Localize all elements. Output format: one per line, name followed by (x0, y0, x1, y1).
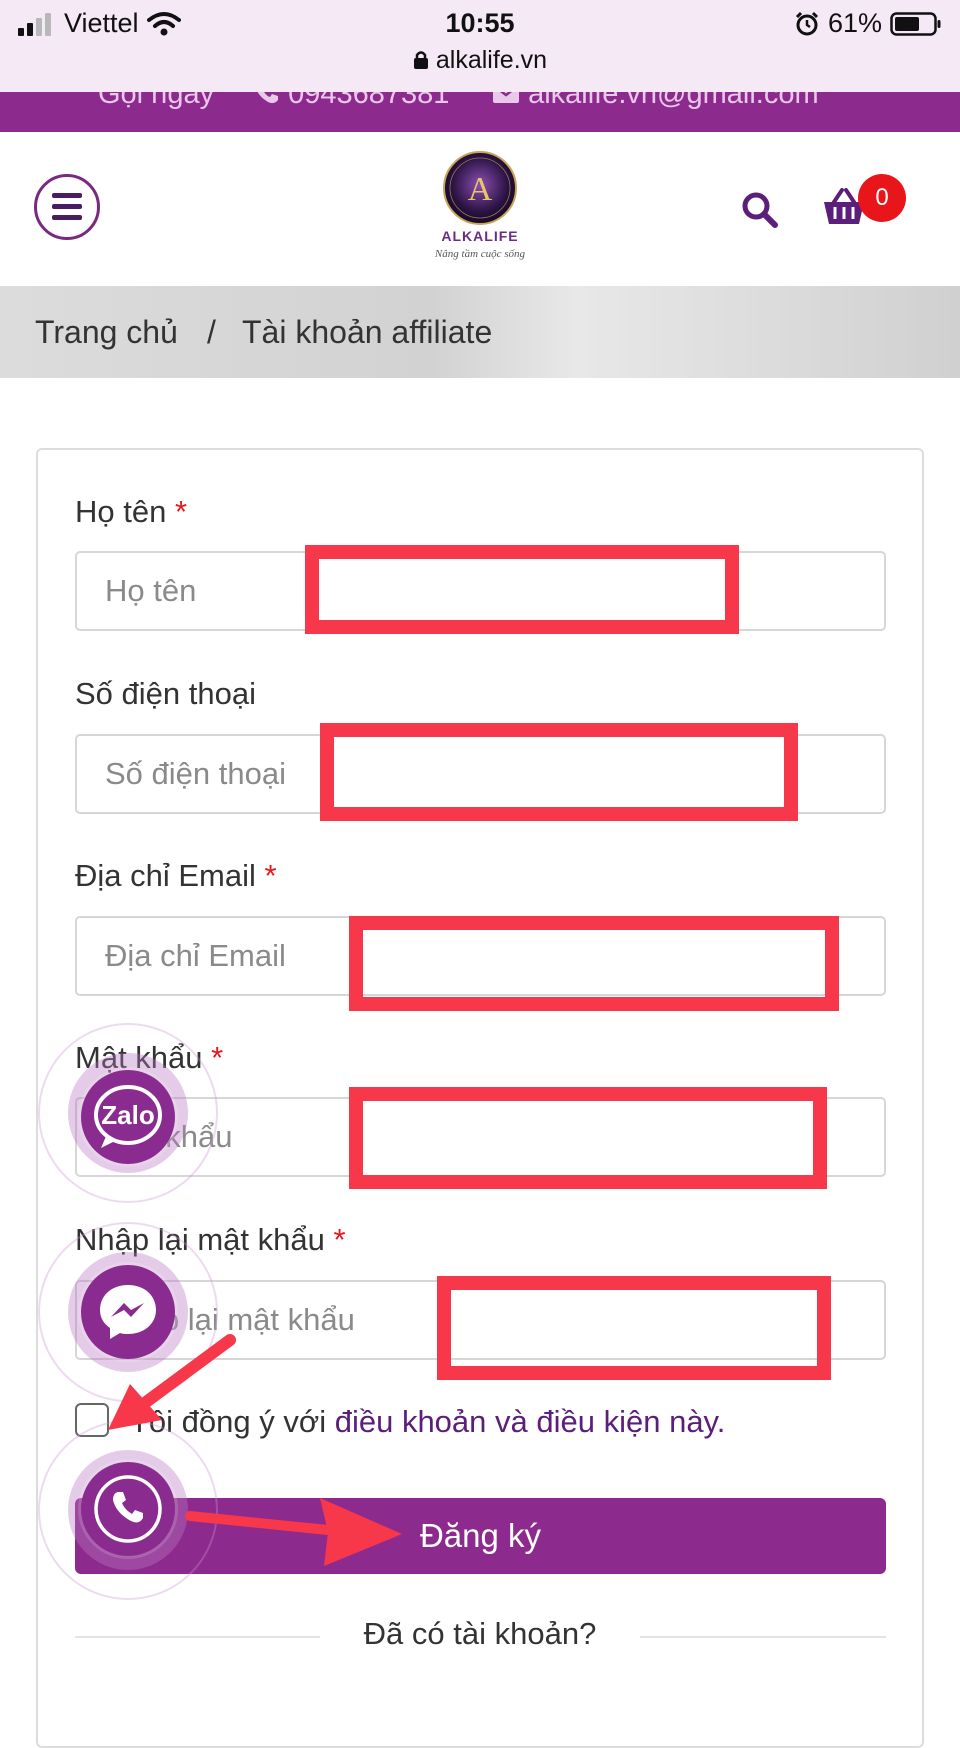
battery-icon (890, 11, 941, 36)
zalo-button[interactable]: Zalo (81, 1070, 175, 1164)
status-right: 61% (794, 8, 942, 39)
cart-count-badge: 0 (858, 174, 906, 222)
search-icon[interactable] (740, 190, 780, 230)
mail-icon (493, 92, 519, 103)
terms-text: Tôi đồng ý với điều khoản và điều kiện n… (130, 1404, 725, 1440)
email-label-text: Địa chỉ Email (75, 858, 256, 893)
status-bar: Viettel 10:55 61% alkalife.vn (0, 0, 960, 92)
breadcrumb-home[interactable]: Trang chủ (35, 314, 178, 351)
menu-icon (52, 193, 82, 198)
phone-link[interactable]: 0943687381 (254, 92, 449, 111)
lock-icon (413, 51, 428, 69)
menu-icon-bar (52, 204, 82, 209)
menu-icon-bar (52, 215, 82, 220)
contact-bar: Gọi ngay 0943687381 alkalife.vn@gmail.co… (0, 92, 960, 132)
annotation-box (320, 723, 798, 821)
required-mark: * (211, 1040, 224, 1075)
annotation-box (305, 545, 739, 634)
phone-number: 0943687381 (288, 92, 450, 110)
svg-text:A: A (468, 171, 493, 208)
phone-label-text: Số điện thoại (75, 676, 256, 711)
required-mark: * (264, 858, 277, 893)
site-header: A ALKALIFE Nâng tầm cuộc sống (0, 132, 960, 286)
phone-call-icon (94, 1475, 162, 1543)
breadcrumb: Trang chủ / Tài khoản affiliate (0, 286, 960, 378)
messenger-button[interactable] (81, 1265, 175, 1359)
name-label-text: Họ tên (75, 494, 167, 529)
menu-button[interactable] (34, 174, 100, 240)
phone-icon (257, 92, 278, 104)
alarm-icon (795, 11, 819, 35)
annotation-box (349, 916, 839, 1011)
phone-label: Số điện thoại (75, 676, 256, 712)
name-label: Họ tên * (75, 494, 187, 530)
email-label: Địa chỉ Email * (75, 858, 277, 894)
terms-link[interactable]: điều khoản và điều kiện này. (335, 1404, 726, 1439)
email-address: alkalife.vn@gmail.com (528, 92, 819, 110)
call-now-label: Gọi ngay (98, 92, 215, 110)
required-mark: * (174, 494, 188, 529)
brand-name: ALKALIFE (441, 228, 519, 244)
annotation-box (349, 1087, 827, 1189)
required-mark: * (333, 1222, 346, 1257)
call-button[interactable] (81, 1462, 175, 1556)
messenger-icon (100, 1285, 156, 1339)
battery-percent: 61% (827, 8, 882, 38)
have-account-text: Đã có tài khoản? (363, 1616, 597, 1651)
email-link[interactable]: alkalife.vn@gmail.com (492, 92, 819, 111)
annotation-box (437, 1276, 831, 1380)
breadcrumb-current: Tài khoản affiliate (242, 314, 493, 350)
breadcrumb-separator: / (207, 314, 216, 350)
brand-slogan: Nâng tầm cuộc sống (434, 248, 526, 260)
url-text: alkalife.vn (435, 46, 548, 74)
zalo-label: Zalo (101, 1100, 155, 1130)
address-bar[interactable]: alkalife.vn (0, 46, 960, 75)
